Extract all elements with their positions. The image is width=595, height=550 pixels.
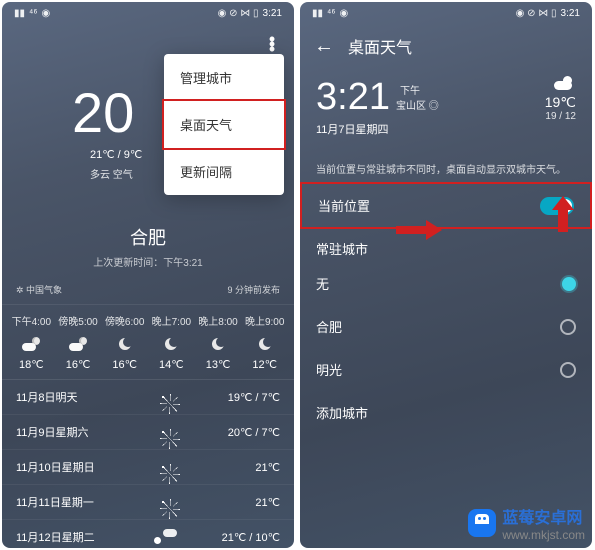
page-title: 桌面天气 bbox=[348, 34, 412, 58]
row-label: 合肥 bbox=[316, 317, 342, 336]
signal-icon: ▮▮ bbox=[14, 8, 25, 19]
last-update-label: 上次更新时间：下午3:21 bbox=[2, 254, 294, 269]
overflow-menu-popup: 管理城市 桌面天气 更新间隔 bbox=[164, 54, 284, 195]
row-resident-city-header: 常驻城市 bbox=[300, 227, 592, 262]
hourly-item: 晚上8:00 13℃ bbox=[195, 313, 242, 371]
network-label: ⁴⁶ bbox=[327, 8, 335, 19]
daily-item[interactable]: 11月12日星期二 21℃ / 10℃ bbox=[2, 520, 294, 548]
row-label: 常驻城市 bbox=[316, 239, 368, 258]
watermark: 蓝莓安卓网 www.mkjst.com bbox=[468, 504, 585, 542]
hourly-item: 晚上7:00 14℃ bbox=[148, 313, 195, 371]
phone-left-weather-app: ▮▮ ⁴⁶ ◉ ◉ ⊘ ⋈ ▯ 3:21 ••• 20 21℃ / 9℃ 多云 … bbox=[2, 2, 294, 548]
status-extras: ◉ ⊘ ⋈ ▯ bbox=[516, 8, 557, 19]
network-label: ⁴⁶ bbox=[29, 8, 37, 19]
cloud-night-icon bbox=[69, 337, 87, 351]
location-label: 宝山区 bbox=[396, 101, 426, 112]
back-button[interactable]: ← bbox=[314, 35, 334, 58]
watermark-text: 蓝莓安卓网 bbox=[502, 504, 585, 528]
signal-icon: ▮▮ bbox=[312, 8, 323, 19]
hourly-item: 晚上9:00 12℃ bbox=[241, 313, 288, 371]
condition-label: 多云 空气 bbox=[90, 166, 133, 181]
widget-time: 3:21 bbox=[316, 76, 390, 119]
hourly-item: 傍晚5:00 16℃ bbox=[55, 313, 102, 371]
moon-icon bbox=[165, 338, 177, 350]
moon-icon bbox=[119, 338, 131, 350]
watermark-site: www.mkjst.com bbox=[502, 528, 585, 542]
radio-mingguang[interactable] bbox=[560, 362, 576, 378]
overflow-menu-button[interactable]: ••• bbox=[262, 36, 282, 51]
status-time: 3:21 bbox=[561, 8, 580, 19]
row-label: 明光 bbox=[316, 360, 342, 379]
cloud-night-icon bbox=[22, 337, 40, 351]
widget-temp-range: 19 / 12 bbox=[545, 111, 576, 122]
city-name: 合肥 bbox=[2, 224, 294, 250]
daily-item[interactable]: 11月9日星期六 20℃ / 7℃ bbox=[2, 415, 294, 450]
temperature-range: 21℃ / 9℃ bbox=[90, 148, 142, 161]
moon-icon bbox=[212, 338, 224, 350]
row-label: 添加城市 bbox=[316, 403, 368, 422]
row-hefei[interactable]: 合肥 bbox=[300, 305, 592, 348]
daily-item[interactable]: 11月11日星期一 21℃ bbox=[2, 485, 294, 520]
phone-right-desktop-weather-settings: ▮▮ ⁴⁶ ◉ ◉ ⊘ ⋈ ▯ 3:21 ← 桌面天气 3:21 下午 宝山区 … bbox=[300, 2, 592, 548]
source-label: ✲ 中国气象 bbox=[16, 283, 62, 296]
date-label: 11月7日星期四 bbox=[316, 121, 439, 137]
wifi-icon: ◉ bbox=[41, 8, 50, 19]
helper-note: 当前位置与常驻城市不同时，桌面自动显示双城市天气。 bbox=[300, 151, 592, 184]
moon-icon bbox=[259, 338, 271, 350]
row-label: 当前位置 bbox=[318, 196, 370, 215]
menu-item-update-interval[interactable]: 更新间隔 bbox=[164, 148, 284, 195]
radio-none[interactable] bbox=[562, 277, 576, 291]
status-bar: ▮▮ ⁴⁶ ◉ ◉ ⊘ ⋈ ▯ 3:21 bbox=[2, 2, 294, 24]
ampm-label: 下午 bbox=[400, 82, 439, 97]
current-location-switch[interactable] bbox=[540, 197, 574, 215]
widget-current-temp: 19℃ bbox=[545, 94, 576, 111]
daily-forecast: 11月8日明天 19℃ / 7℃ 11月9日星期六 20℃ / 7℃ 11月10… bbox=[2, 379, 294, 548]
daily-item[interactable]: 11月10日星期日 21℃ bbox=[2, 450, 294, 485]
status-bar: ▮▮ ⁴⁶ ◉ ◉ ⊘ ⋈ ▯ 3:21 bbox=[300, 2, 592, 24]
wifi-icon: ◉ bbox=[339, 8, 348, 19]
status-time: 3:21 bbox=[263, 8, 282, 19]
daily-item[interactable]: 11月8日明天 19℃ / 7℃ bbox=[2, 380, 294, 415]
row-label: 无 bbox=[316, 274, 329, 293]
hourly-forecast[interactable]: 下午4:00 18℃ 傍晚5:00 16℃ 傍晚6:00 16℃ 晚上7:00 … bbox=[2, 305, 294, 379]
status-extras: ◉ ⊘ ⋈ ▯ bbox=[218, 8, 259, 19]
row-add-city[interactable]: 添加城市 bbox=[300, 391, 592, 434]
row-mingguang[interactable]: 明光 bbox=[300, 348, 592, 391]
hourly-item: 傍晚6:00 16℃ bbox=[101, 313, 148, 371]
menu-item-desktop-weather[interactable]: 桌面天气 bbox=[162, 99, 286, 150]
cloud-icon bbox=[554, 76, 576, 90]
current-temperature: 20 bbox=[72, 80, 134, 145]
row-current-location[interactable]: 当前位置 bbox=[300, 182, 592, 229]
publish-time-label: 9 分钟前发布 bbox=[227, 283, 280, 296]
menu-item-manage-city[interactable]: 管理城市 bbox=[164, 54, 284, 101]
hourly-item: 下午4:00 18℃ bbox=[8, 313, 55, 371]
row-none[interactable]: 无 bbox=[300, 262, 592, 305]
radio-hefei[interactable] bbox=[560, 319, 576, 335]
watermark-logo-icon bbox=[468, 509, 496, 537]
